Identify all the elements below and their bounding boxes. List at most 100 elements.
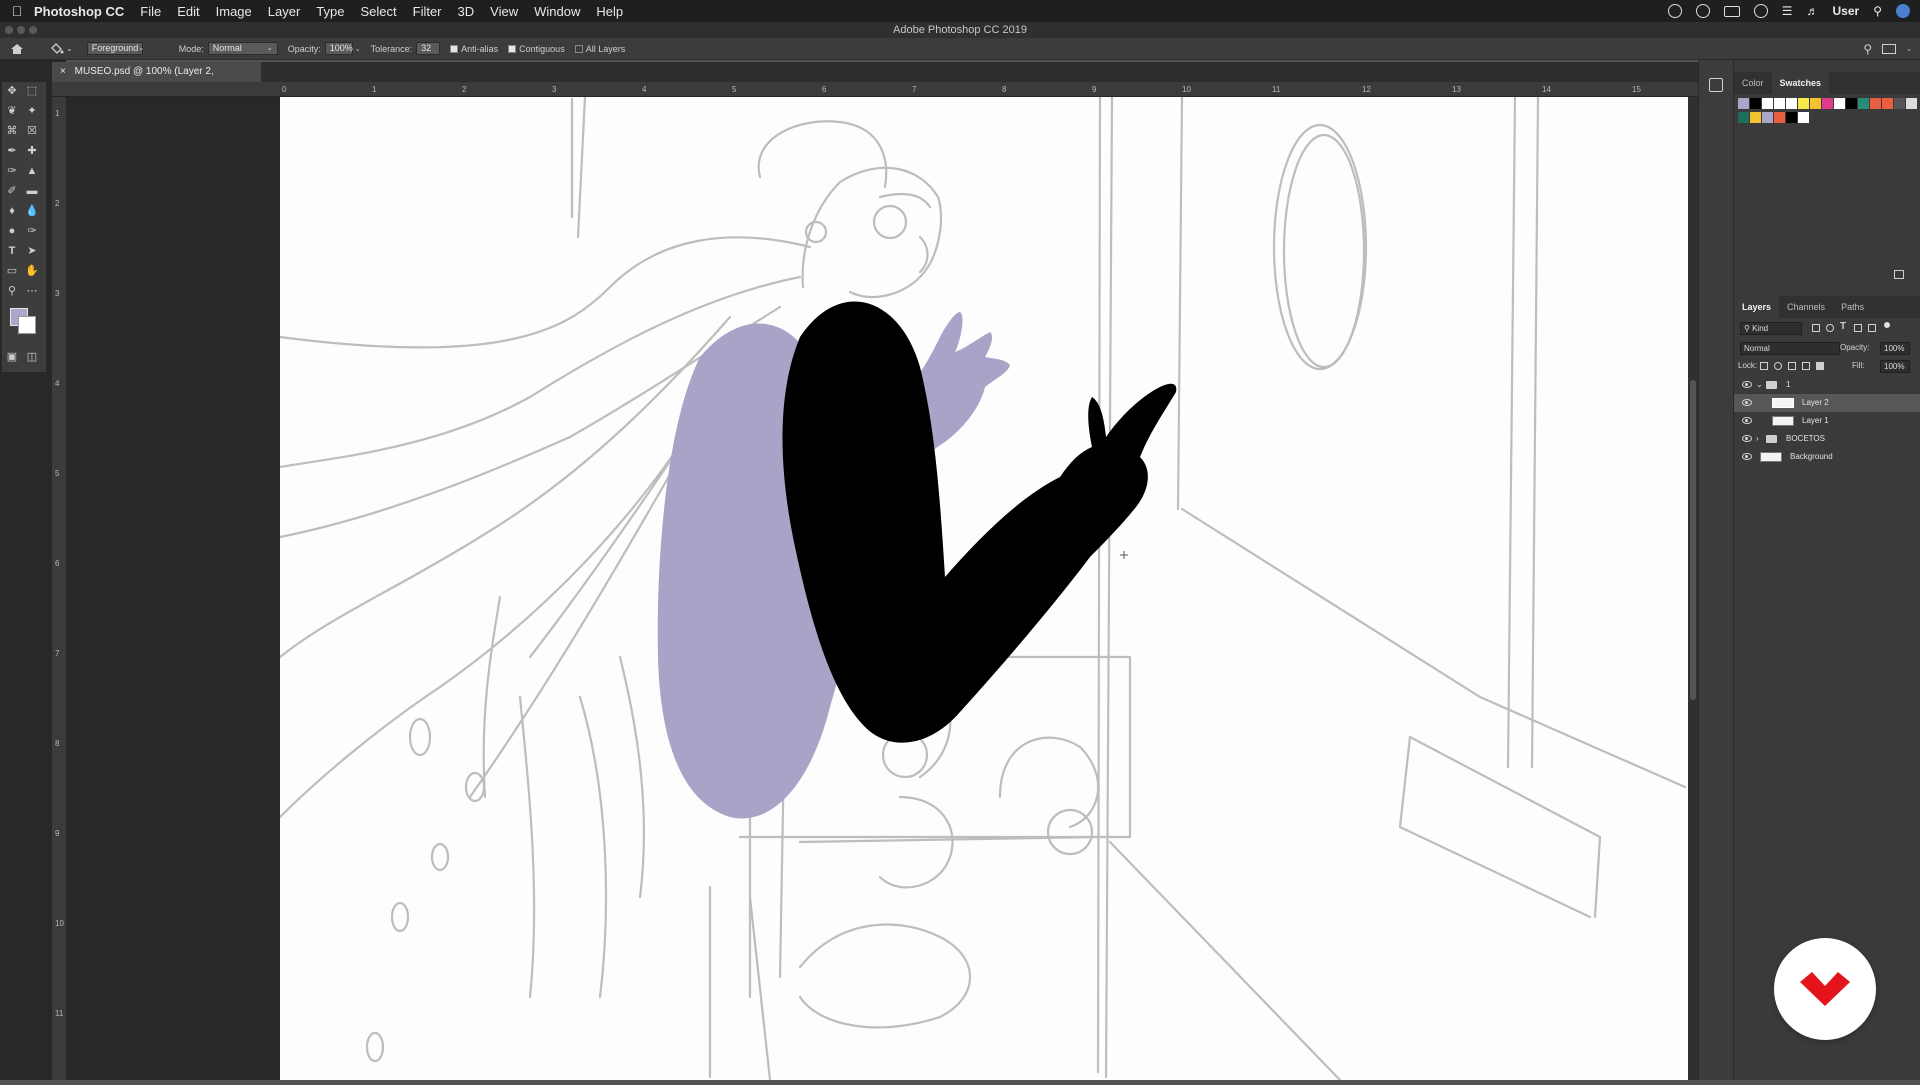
close-tab-icon[interactable]: × bbox=[60, 66, 66, 77]
frame-tool-icon[interactable]: ☒ bbox=[24, 124, 40, 138]
group-collapse-icon[interactable]: › bbox=[1756, 430, 1759, 448]
hand-tool-icon[interactable]: ✋ bbox=[24, 264, 40, 278]
layer-opacity-input[interactable]: 100% bbox=[1880, 342, 1910, 355]
layer-name[interactable]: 1 bbox=[1786, 376, 1790, 394]
color-swatch[interactable] bbox=[1786, 112, 1797, 123]
filter-pixel-icon[interactable] bbox=[1812, 324, 1820, 332]
color-swatch[interactable] bbox=[1834, 98, 1845, 109]
lock-image-icon[interactable] bbox=[1774, 362, 1782, 370]
screen-mode-icon[interactable]: ◫ bbox=[24, 350, 40, 364]
eraser-icon[interactable]: ▬ bbox=[24, 184, 40, 198]
color-swatch[interactable] bbox=[1798, 98, 1809, 109]
color-swatch[interactable] bbox=[1870, 98, 1881, 109]
menu-help[interactable]: Help bbox=[596, 4, 623, 19]
dodge-icon[interactable]: ● bbox=[4, 224, 20, 238]
color-swatch[interactable] bbox=[1762, 112, 1773, 123]
brush-settings-icon[interactable] bbox=[1709, 78, 1723, 92]
anti-alias-checkbox[interactable] bbox=[450, 44, 459, 53]
blend-mode-select[interactable]: Normal bbox=[1740, 342, 1840, 355]
color-swatch[interactable] bbox=[1738, 112, 1749, 123]
eyedropper-icon[interactable]: ✒ bbox=[4, 144, 20, 158]
menu-type[interactable]: Type bbox=[316, 4, 344, 19]
user-name[interactable]: User bbox=[1833, 4, 1860, 18]
color-swatch[interactable] bbox=[1822, 98, 1833, 109]
healing-brush-icon[interactable]: ✚ bbox=[24, 144, 40, 158]
tab-color[interactable]: Color bbox=[1734, 72, 1772, 94]
layer-row-background[interactable]: Background bbox=[1734, 448, 1920, 466]
lasso-tool-icon[interactable]: ❦ bbox=[4, 104, 20, 118]
color-swatch[interactable] bbox=[1750, 112, 1761, 123]
layer-name[interactable]: Layer 2 bbox=[1802, 394, 1829, 412]
color-swatch[interactable] bbox=[1774, 98, 1785, 109]
lock-transparency-icon[interactable] bbox=[1760, 362, 1768, 370]
layer-row-layer-1[interactable]: Layer 1 bbox=[1734, 412, 1920, 430]
marquee-tool-icon[interactable]: ⬚ bbox=[24, 84, 40, 98]
group-expand-icon[interactable]: ⌄ bbox=[1756, 376, 1763, 394]
minimize-window-button[interactable] bbox=[17, 26, 25, 34]
quick-mask-icon[interactable]: ▣ bbox=[4, 350, 20, 364]
menu-filter[interactable]: Filter bbox=[413, 4, 442, 19]
tab-swatches[interactable]: Swatches bbox=[1771, 72, 1830, 94]
menu-select[interactable]: Select bbox=[360, 4, 396, 19]
color-swatch[interactable] bbox=[1894, 98, 1905, 109]
display-status-icon[interactable] bbox=[1723, 5, 1740, 17]
layer-row-bocetos[interactable]: › BOCETOS bbox=[1734, 430, 1920, 448]
fill-source-select[interactable]: Foreground ⌄ bbox=[86, 42, 144, 55]
rectangle-tool-icon[interactable]: ▭ bbox=[4, 264, 20, 278]
vertical-ruler[interactable]: 1 2 3 4 5 6 7 8 9 10 11 bbox=[52, 97, 67, 1080]
menu-window[interactable]: Window bbox=[534, 4, 580, 19]
home-icon[interactable] bbox=[10, 43, 24, 55]
all-layers-checkbox[interactable] bbox=[574, 44, 583, 53]
blur-tool-icon[interactable]: 💧 bbox=[24, 204, 40, 218]
paint-bucket-tool-icon[interactable]: ♦ bbox=[4, 204, 20, 218]
paint-bucket-icon[interactable] bbox=[50, 42, 64, 55]
siri-icon[interactable] bbox=[1896, 4, 1910, 18]
magic-wand-icon[interactable]: ✦ bbox=[24, 104, 40, 118]
zoom-window-button[interactable] bbox=[29, 26, 37, 34]
eye-icon[interactable] bbox=[1742, 435, 1752, 442]
layer-filter-kind-select[interactable]: ⚲ Kind bbox=[1740, 322, 1802, 335]
layer-row-layer-2[interactable]: Layer 2 bbox=[1734, 394, 1920, 412]
tab-paths[interactable]: Paths bbox=[1833, 296, 1872, 318]
crop-tool-icon[interactable]: ⌘ bbox=[4, 124, 20, 138]
tool-preset-chevron-icon[interactable]: ⌄ bbox=[66, 44, 73, 53]
close-window-button[interactable] bbox=[5, 26, 13, 34]
filter-shape-icon[interactable] bbox=[1854, 324, 1862, 332]
workspace-icon[interactable] bbox=[1882, 43, 1897, 54]
path-select-icon[interactable]: ➤ bbox=[24, 244, 40, 258]
horizontal-ruler[interactable]: 0 1 2 3 4 5 6 7 8 9 10 11 12 13 14 15 bbox=[52, 82, 1698, 97]
color-swatch[interactable] bbox=[1762, 98, 1773, 109]
eye-icon[interactable] bbox=[1742, 453, 1752, 460]
color-swatch[interactable] bbox=[1906, 98, 1917, 109]
menu-layer[interactable]: Layer bbox=[268, 4, 301, 19]
record-status-icon[interactable] bbox=[1667, 4, 1682, 18]
history-brush-icon[interactable]: ✐ bbox=[4, 184, 20, 198]
color-swatch[interactable] bbox=[1774, 112, 1785, 123]
color-swatch[interactable] bbox=[1858, 98, 1869, 109]
spotlight-search-icon[interactable]: ⚲ bbox=[1873, 4, 1882, 18]
layer-name[interactable]: Background bbox=[1790, 448, 1833, 466]
lock-position-icon[interactable] bbox=[1788, 362, 1796, 370]
menu-image[interactable]: Image bbox=[216, 4, 252, 19]
color-swatch[interactable] bbox=[1798, 112, 1809, 123]
filter-adjustment-icon[interactable] bbox=[1826, 324, 1834, 332]
more-tools-icon[interactable]: ⋯ bbox=[24, 284, 40, 298]
color-swatch[interactable] bbox=[1846, 98, 1857, 109]
bluetooth-status-icon[interactable] bbox=[1753, 4, 1768, 18]
color-swatch[interactable] bbox=[1810, 98, 1821, 109]
menu-file[interactable]: File bbox=[140, 4, 161, 19]
tab-layers[interactable]: Layers bbox=[1734, 296, 1780, 318]
pen-icon[interactable]: ✑ bbox=[24, 224, 40, 238]
eye-icon[interactable] bbox=[1742, 417, 1752, 424]
color-swatch[interactable] bbox=[1882, 98, 1893, 109]
mode-select[interactable]: Normal ⌄ bbox=[207, 42, 278, 55]
apple-icon[interactable]:  bbox=[0, 3, 34, 19]
search-icon[interactable]: ⚲ bbox=[1863, 42, 1872, 56]
color-swatch[interactable] bbox=[1750, 98, 1761, 109]
document-tab[interactable]: × MUSEO.psd @ 100% (Layer 2, CMYK/16) * bbox=[52, 62, 262, 97]
stamp-icon[interactable]: ▲ bbox=[24, 164, 40, 178]
layer-name[interactable]: BOCETOS bbox=[1786, 430, 1825, 448]
menu-app-name[interactable]: Photoshop CC bbox=[34, 4, 124, 19]
zoom-tool-icon[interactable]: ⚲ bbox=[4, 284, 20, 298]
filter-smart-object-icon[interactable] bbox=[1868, 324, 1876, 332]
